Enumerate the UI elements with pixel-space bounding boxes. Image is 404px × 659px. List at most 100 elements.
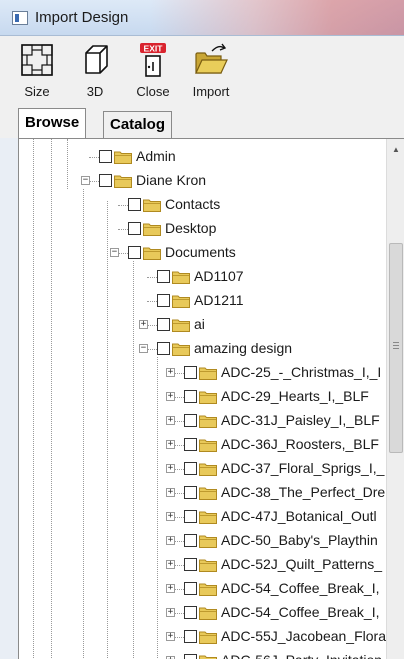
cube-3d-icon xyxy=(85,45,108,74)
tree-node-checkbox[interactable] xyxy=(157,294,170,307)
tree-node[interactable]: + ADC-29_Hearts_I,_BLF xyxy=(19,385,387,409)
tree-node-checkbox[interactable] xyxy=(184,462,197,475)
tree-node-checkbox[interactable] xyxy=(184,606,197,619)
tree-node[interactable]: + ADC-54_Coffee_Break_I, xyxy=(19,601,387,625)
tree-node-checkbox[interactable] xyxy=(184,438,197,451)
tree-node-label: ADC-31J_Paisley_I,_BLF xyxy=(221,412,380,428)
tree-node[interactable]: − Diane Kron xyxy=(19,169,387,193)
tree-node-checkbox[interactable] xyxy=(128,246,141,259)
tree-node[interactable]: AD1107 xyxy=(19,265,387,289)
open-folder-icon xyxy=(195,43,228,74)
tree-node-checkbox[interactable] xyxy=(184,534,197,547)
tree-node-label: ADC-36J_Roosters,_BLF xyxy=(221,436,379,452)
folder-icon xyxy=(199,487,217,500)
tree-node-checkbox[interactable] xyxy=(184,630,197,643)
tree-node-label: ADC-52J_Quilt_Patterns_ xyxy=(221,556,383,572)
close-button[interactable]: EXIT Close xyxy=(124,36,182,108)
3d-button[interactable]: 3D xyxy=(66,36,124,108)
tree-node[interactable]: + ADC-37_Floral_Sprigs_I,_ xyxy=(19,457,387,481)
tree-node[interactable]: +ADC-56J_Party_Invitation xyxy=(19,649,387,659)
scroll-grip-line xyxy=(393,345,399,346)
tree-node-checkbox[interactable] xyxy=(184,654,197,659)
tree-node-checkbox[interactable] xyxy=(128,198,141,211)
exit-badge-text: EXIT xyxy=(144,44,164,54)
tree-node[interactable]: Desktop xyxy=(19,217,387,241)
tree-node-checkbox[interactable] xyxy=(184,582,197,595)
tree-node-checkbox[interactable] xyxy=(99,174,112,187)
tree-connector xyxy=(118,253,128,254)
tree-connector xyxy=(174,373,184,374)
tree-connector xyxy=(174,637,184,638)
tree-node[interactable]: + ADC-31J_Paisley_I,_BLF xyxy=(19,409,387,433)
size-button[interactable]: Size xyxy=(8,36,66,108)
tree-node[interactable]: Admin xyxy=(19,145,387,169)
tree-node-label: Desktop xyxy=(165,220,217,236)
folder-tree[interactable]: Admin − Diane Kron Contacts Desktop − Document… xyxy=(19,139,387,659)
title-bar[interactable]: Import Design xyxy=(0,0,404,36)
tree-node-checkbox[interactable] xyxy=(184,414,197,427)
tree-node[interactable]: Contacts xyxy=(19,193,387,217)
tree-node[interactable]: + ADC-55J_Jacobean_Flora xyxy=(19,625,387,649)
tree-connector xyxy=(174,493,184,494)
scroll-up-arrow-icon[interactable]: ▲ xyxy=(391,145,401,155)
tree-node-label: ADC-50_Baby's_Playthin xyxy=(221,532,378,548)
tree-node-label: Contacts xyxy=(165,196,221,212)
tree-node[interactable]: + ADC-47J_Botanical_Outl xyxy=(19,505,387,529)
tree-node-checkbox[interactable] xyxy=(157,270,170,283)
folder-icon xyxy=(199,607,217,620)
tree-node[interactable]: + ADC-25_-_Christmas_I,_I xyxy=(19,361,387,385)
scroll-thumb[interactable] xyxy=(389,243,403,453)
tree-node[interactable]: − amazing design xyxy=(19,337,387,361)
tree-vertical-scrollbar[interactable]: ▲ xyxy=(386,139,404,659)
folder-icon xyxy=(199,415,217,428)
tree-connector xyxy=(147,301,157,302)
scroll-grip-line xyxy=(393,342,399,343)
tree-node[interactable]: − Documents xyxy=(19,241,387,265)
tree-node-label: ADC-54_Coffee_Break_I, xyxy=(221,604,380,620)
tree-connector xyxy=(147,277,157,278)
3d-button-label: 3D xyxy=(86,84,104,99)
tree-node-label: AD1211 xyxy=(194,292,244,308)
import-button[interactable]: Import xyxy=(182,36,240,108)
tree-node-label: ADC-37_Floral_Sprigs_I,_ xyxy=(221,460,385,476)
tree-node-checkbox[interactable] xyxy=(157,342,170,355)
tree-connector xyxy=(174,469,184,470)
tree-node-checkbox[interactable] xyxy=(184,510,197,523)
folder-icon xyxy=(114,151,132,164)
tree-node-checkbox[interactable] xyxy=(184,486,197,499)
tree-node-checkbox[interactable] xyxy=(184,390,197,403)
tree-node[interactable]: AD1211 xyxy=(19,289,387,313)
window-title: Import Design xyxy=(35,9,129,26)
tree-node[interactable]: + ADC-38_The_Perfect_Dre xyxy=(19,481,387,505)
folder-tree-panel: Admin − Diane Kron Contacts Desktop − Document… xyxy=(18,138,404,659)
tree-node-checkbox[interactable] xyxy=(184,558,197,571)
tree-node-label: Admin xyxy=(136,148,176,164)
folder-icon xyxy=(172,295,190,308)
tree-node-label: AD1107 xyxy=(194,268,244,284)
tree-node[interactable]: + ADC-52J_Quilt_Patterns_ xyxy=(19,553,387,577)
tree-node[interactable]: + ADC-36J_Roosters,_BLF xyxy=(19,433,387,457)
folder-icon xyxy=(199,583,217,596)
tree-node[interactable]: + ADC-54_Coffee_Break_I, xyxy=(19,577,387,601)
folder-icon xyxy=(199,367,217,380)
tree-connector xyxy=(174,445,184,446)
tree-node-checkbox[interactable] xyxy=(99,150,112,163)
tab-catalog[interactable]: Catalog xyxy=(103,111,173,138)
tree-connector xyxy=(89,157,99,158)
tab-browse[interactable]: Browse xyxy=(18,108,87,138)
tree-node-checkbox[interactable] xyxy=(184,366,197,379)
tree-node-checkbox[interactable] xyxy=(128,222,141,235)
scroll-grip-line xyxy=(393,348,399,349)
tree-node-checkbox[interactable] xyxy=(157,318,170,331)
tree-node-label: ADC-47J_Botanical_Outl xyxy=(221,508,377,524)
folder-icon xyxy=(143,199,161,212)
tree-node[interactable]: + ADC-50_Baby's_Playthin xyxy=(19,529,387,553)
tree-node-label: ADC-29_Hearts_I,_BLF xyxy=(221,388,369,404)
toolbar: Size 3D EXIT Close Import xyxy=(0,36,404,108)
tree-connector xyxy=(174,565,184,566)
folder-icon xyxy=(199,535,217,548)
tree-node[interactable]: + ai xyxy=(19,313,387,337)
tree-connector xyxy=(89,181,99,182)
folder-icon xyxy=(172,271,190,284)
folder-icon xyxy=(199,559,217,572)
